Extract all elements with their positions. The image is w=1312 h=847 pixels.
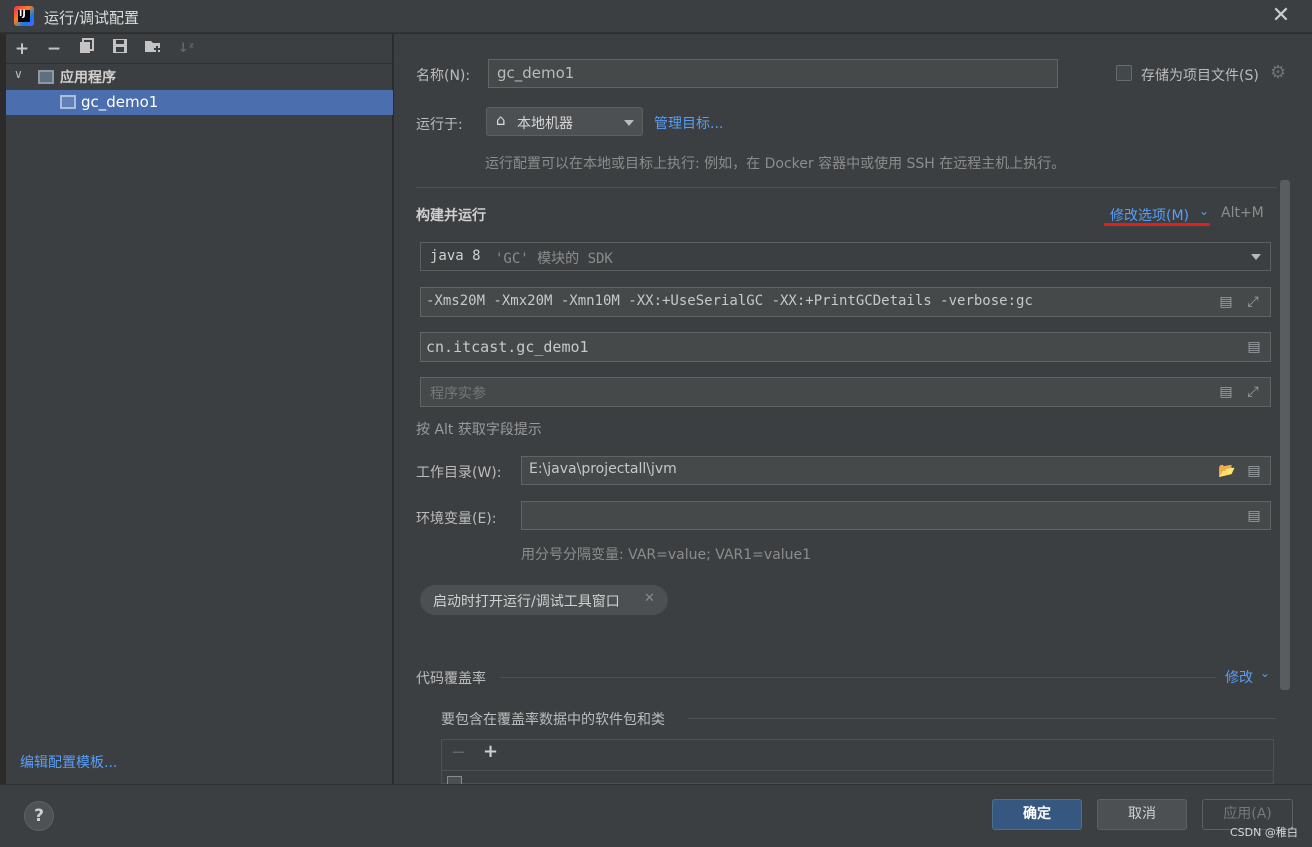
run-on-value: 本地机器 bbox=[517, 116, 573, 132]
help-button[interactable]: ? bbox=[24, 801, 54, 831]
program-arguments-placeholder: 程序实参 bbox=[430, 386, 486, 402]
scrollbar-thumb[interactable] bbox=[1280, 180, 1290, 690]
run-on-dropdown[interactable]: ⌂ 本地机器 bbox=[486, 107, 643, 136]
intellij-logo-icon: IJ bbox=[14, 6, 34, 26]
new-folder-icon[interactable] bbox=[142, 38, 164, 60]
vm-options-value: -Xms20M -Xmx20M -Xmn10M -XX:+UseSerialGC… bbox=[426, 293, 1033, 309]
window-title: 运行/调试配置 bbox=[44, 9, 140, 27]
document-icon[interactable]: ▤ bbox=[1218, 383, 1234, 401]
save-icon[interactable] bbox=[109, 38, 131, 60]
code-coverage-title: 代码覆盖率 bbox=[416, 671, 486, 687]
program-arguments-input[interactable]: 程序实参 ▤ ⤢ bbox=[420, 377, 1271, 407]
sdk-value: java 8 bbox=[430, 248, 481, 264]
document-icon[interactable]: ▤ bbox=[1218, 293, 1234, 311]
gear-icon[interactable]: ⚙ bbox=[1270, 62, 1286, 83]
working-directory-value: E:\java\projectall\jvm bbox=[529, 461, 677, 477]
code-coverage-modify-link[interactable]: 修改 bbox=[1225, 667, 1253, 687]
title-bar: IJ 运行/调试配置 ✕ bbox=[0, 0, 1312, 33]
close-icon[interactable]: ✕ bbox=[644, 591, 655, 606]
application-icon bbox=[38, 70, 54, 84]
build-and-run-title: 构建并运行 bbox=[416, 208, 486, 224]
open-tool-window-chip-label: 启动时打开运行/调试工具窗口 bbox=[433, 594, 620, 610]
sdk-dropdown[interactable]: java 8 'GC' 模块的 SDK bbox=[420, 242, 1271, 271]
chevron-down-icon[interactable]: ⌄ bbox=[1260, 666, 1270, 680]
main-class-input[interactable]: cn.itcast.gc_demo1 ▤ bbox=[420, 332, 1271, 362]
divider bbox=[500, 677, 1216, 678]
run-on-hint: 运行配置可以在本地或目标上执行: 例如，在 Docker 容器中或使用 SSH … bbox=[485, 156, 1066, 172]
tree-item-label: gc_demo1 bbox=[81, 93, 159, 111]
vm-options-input[interactable]: -Xms20M -Xmx20M -Xmn10M -XX:+UseSerialGC… bbox=[420, 287, 1271, 317]
tree-item-label: 应用程序 bbox=[60, 70, 116, 86]
manage-targets-link[interactable]: 管理目标... bbox=[654, 113, 723, 133]
tree-item-gc-demo1[interactable]: gc_demo1 bbox=[6, 90, 393, 115]
cancel-button[interactable]: 取消 bbox=[1097, 799, 1187, 830]
chevron-down-icon bbox=[624, 120, 634, 126]
ok-button[interactable]: 确定 bbox=[992, 799, 1082, 830]
add-icon[interactable]: + bbox=[483, 741, 498, 762]
configuration-form: 名称(N): gc_demo1 存储为项目文件(S) ⚙ 运行于: ⌂ 本地机器… bbox=[394, 34, 1312, 791]
store-as-project-file-label: 存储为项目文件(S) bbox=[1141, 68, 1259, 84]
working-directory-input[interactable]: E:\java\projectall\jvm 📂 ▤ bbox=[521, 456, 1271, 485]
watermark: CSDN @稚白 bbox=[1230, 826, 1298, 839]
folder-icon[interactable]: 📂 bbox=[1218, 462, 1235, 480]
expand-icon[interactable]: ⤢ bbox=[1245, 383, 1261, 401]
dialog-footer: ? 确定 取消 应用(A) CSDN @稚白 bbox=[0, 784, 1312, 847]
sort-icon: ↓ᶻ bbox=[177, 41, 195, 56]
configurations-sidebar: + − ↓ᶻ ∨ 应用程序 gc_demo1 编辑配置模板... bbox=[6, 34, 393, 784]
divider bbox=[688, 718, 1276, 719]
home-icon: ⌂ bbox=[496, 111, 506, 129]
coverage-packages-table: − + bbox=[441, 739, 1274, 791]
environment-variables-hint: 用分号分隔变量: VAR=value; VAR1=value1 bbox=[521, 547, 812, 563]
document-icon[interactable]: ▤ bbox=[1246, 507, 1262, 525]
tree-item-applications[interactable]: ∨ 应用程序 bbox=[6, 65, 393, 89]
document-icon[interactable]: ▤ bbox=[1246, 462, 1262, 480]
main-class-value: cn.itcast.gc_demo1 bbox=[426, 338, 589, 356]
modify-options-shortcut: Alt+M bbox=[1221, 205, 1264, 221]
run-on-label: 运行于: bbox=[416, 117, 463, 133]
alt-hint: 按 Alt 获取字段提示 bbox=[416, 422, 542, 438]
sidebar-toolbar: + − ↓ᶻ bbox=[6, 34, 393, 64]
remove-icon[interactable]: − bbox=[43, 38, 65, 60]
sdk-hint: 'GC' 模块的 SDK bbox=[495, 251, 613, 267]
copy-icon[interactable] bbox=[76, 38, 98, 60]
name-value: gc_demo1 bbox=[497, 64, 575, 82]
chevron-down-icon[interactable]: ⌄ bbox=[1199, 204, 1209, 218]
annotation-underline bbox=[1104, 223, 1210, 226]
document-icon[interactable]: ▤ bbox=[1246, 338, 1262, 356]
chevron-down-icon[interactable]: ∨ bbox=[14, 67, 23, 81]
name-label: 名称(N): bbox=[416, 68, 471, 84]
application-icon bbox=[60, 95, 76, 109]
store-as-project-file-checkbox[interactable] bbox=[1116, 65, 1132, 81]
open-tool-window-chip[interactable]: 启动时打开运行/调试工具窗口 ✕ bbox=[420, 585, 668, 615]
coverage-packages-title: 要包含在覆盖率数据中的软件包和类 bbox=[441, 712, 665, 728]
chevron-down-icon bbox=[1251, 254, 1261, 260]
environment-variables-input[interactable]: ▤ bbox=[521, 501, 1271, 530]
name-input[interactable]: gc_demo1 bbox=[488, 59, 1058, 88]
close-icon[interactable]: ✕ bbox=[1268, 4, 1294, 30]
modify-options-link[interactable]: 修改选项(M) bbox=[1110, 205, 1189, 225]
working-directory-label: 工作目录(W): bbox=[416, 465, 502, 481]
remove-icon: − bbox=[451, 742, 467, 763]
environment-variables-label: 环境变量(E): bbox=[416, 511, 497, 527]
divider bbox=[442, 770, 1273, 771]
edit-templates-link[interactable]: 编辑配置模板... bbox=[20, 752, 117, 772]
add-icon[interactable]: + bbox=[11, 38, 33, 60]
expand-icon[interactable]: ⤢ bbox=[1245, 293, 1261, 311]
divider bbox=[416, 187, 1277, 188]
